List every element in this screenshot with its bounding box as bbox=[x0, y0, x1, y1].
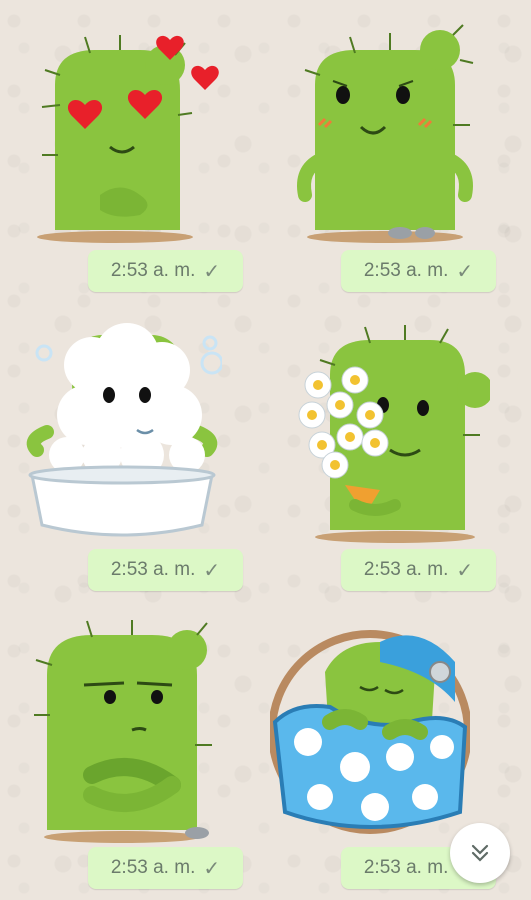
message-time: 2:53 a. m. bbox=[363, 559, 449, 580]
message-time: 2:53 a. m. bbox=[110, 559, 196, 580]
check-icon: ✓ bbox=[456, 260, 474, 283]
message-time: 2:53 a. m. bbox=[363, 857, 449, 878]
message-bubble[interactable]: 2:53 a. m. ✓ bbox=[88, 250, 243, 292]
sticker-cactus-bubble-bath[interactable] bbox=[22, 315, 222, 545]
check-icon: ✓ bbox=[203, 857, 221, 880]
double-chevron-down-icon bbox=[471, 844, 489, 862]
message-time: 2:53 a. m. bbox=[110, 857, 196, 878]
message-time: 2:53 a. m. bbox=[110, 260, 196, 281]
sticker-cactus-blushing[interactable] bbox=[285, 15, 485, 245]
sticker-cactus-flowers[interactable] bbox=[290, 315, 490, 545]
message-time: 2:53 a. m. bbox=[363, 260, 449, 281]
sticker-cactus-egg-sleeping[interactable] bbox=[270, 612, 470, 842]
check-icon: ✓ bbox=[456, 559, 474, 582]
scroll-to-bottom-button[interactable] bbox=[450, 823, 510, 883]
message-bubble[interactable]: 2:53 a. m. ✓ bbox=[88, 847, 243, 889]
sticker-cactus-heart-eyes[interactable] bbox=[20, 15, 220, 245]
check-icon: ✓ bbox=[203, 559, 221, 582]
message-bubble[interactable]: 2:53 a. m. ✓ bbox=[88, 549, 243, 591]
message-bubble[interactable]: 2:53 a. m. ✓ bbox=[341, 250, 496, 292]
message-bubble[interactable]: 2:53 a. m. ✓ bbox=[341, 549, 496, 591]
check-icon: ✓ bbox=[203, 260, 221, 283]
sticker-cactus-arms-crossed[interactable] bbox=[22, 615, 222, 845]
